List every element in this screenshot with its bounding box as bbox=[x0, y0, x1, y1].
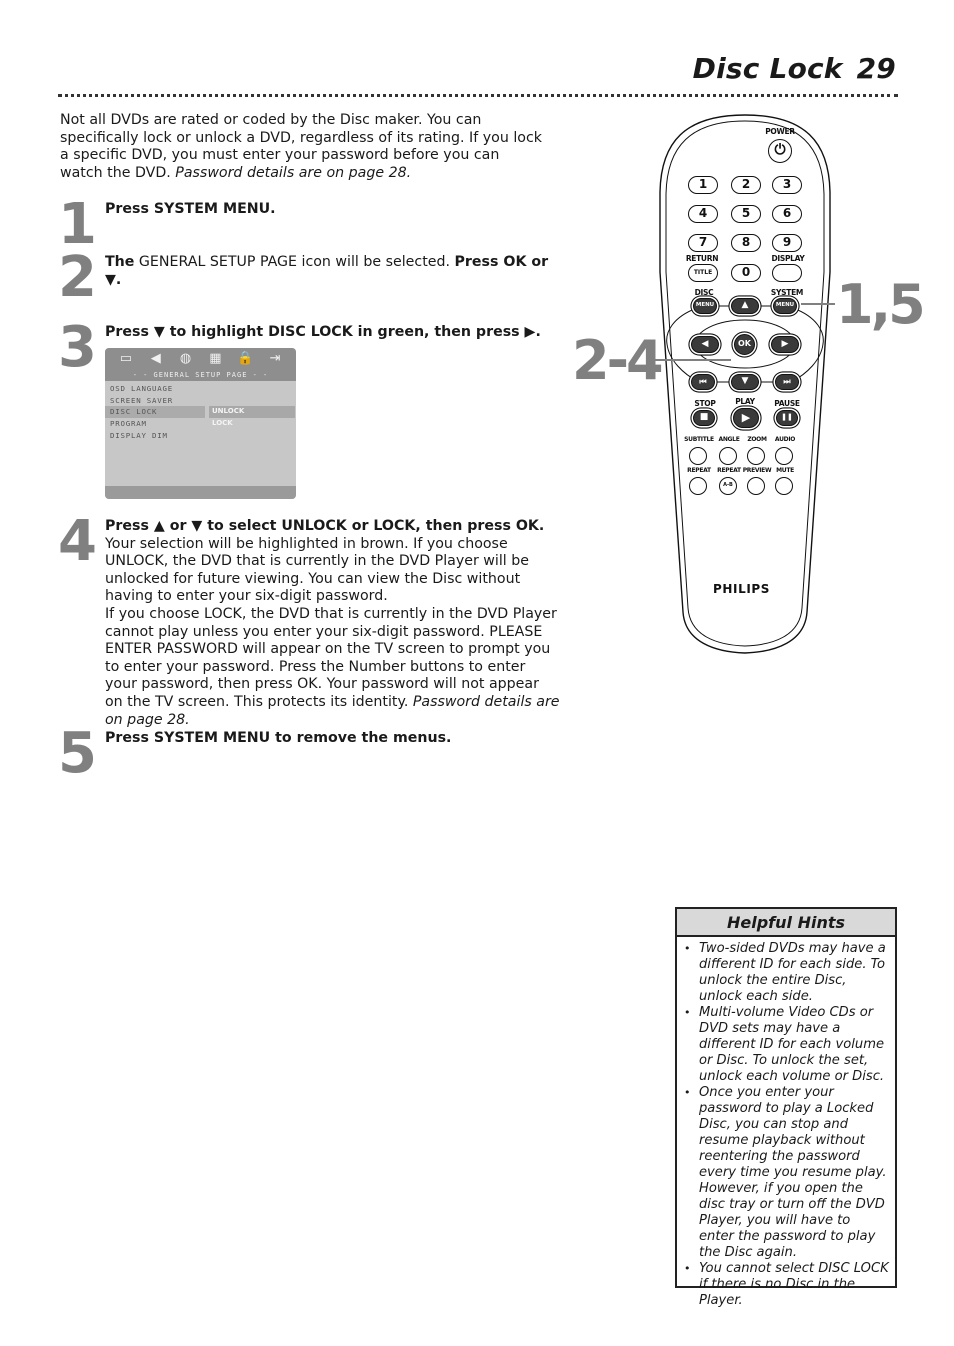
osd-menu-item: DISPLAY DIM bbox=[110, 430, 168, 440]
osd-menu-item: SCREEN SAVER bbox=[110, 395, 173, 405]
helpful-hints-box: Helpful Hints Two-sided DVDs may have a … bbox=[675, 907, 897, 1308]
step-text-2: The GENERAL SETUP PAGE icon will be sele… bbox=[105, 254, 560, 289]
return-label: RETURN bbox=[685, 254, 719, 263]
label-subtitle: SUBTITLE bbox=[684, 436, 714, 443]
label-audio: AUDIO bbox=[774, 436, 796, 443]
hint-item: You cannot select DISC LOCK if there is … bbox=[683, 1261, 889, 1309]
number-button-5[interactable]: 5 bbox=[731, 205, 761, 223]
step-number-3: 3 bbox=[58, 315, 97, 380]
hint-item: Once you enter your password to play a L… bbox=[683, 1085, 889, 1261]
next-button[interactable]: ⏭ bbox=[775, 374, 799, 390]
osd-option-lock: LOCK bbox=[212, 419, 233, 428]
display-label: DISPLAY bbox=[771, 254, 805, 263]
osd-icon-bar: ▭ ◀ ◍ ▦ 🔒 ⇥ bbox=[105, 348, 296, 370]
lock-icon: 🔒 bbox=[237, 351, 254, 366]
intro-note: Password details are on page 28. bbox=[175, 164, 412, 181]
zoom-button[interactable] bbox=[747, 447, 765, 465]
page-number: 29 bbox=[856, 52, 896, 85]
exit-icon: ⇥ bbox=[269, 351, 281, 366]
number-button-3[interactable]: 3 bbox=[772, 176, 802, 194]
step-text-1: Press SYSTEM MENU. bbox=[105, 201, 560, 219]
label-mute: MUTE bbox=[776, 467, 794, 474]
stop-label: STOP bbox=[694, 399, 716, 408]
callout-line-1-5 bbox=[801, 303, 835, 305]
callout-steps-1-5: 1,5 bbox=[836, 273, 926, 336]
page-title: Disc Lock 29 bbox=[693, 52, 896, 85]
mute-button[interactable] bbox=[775, 477, 793, 495]
speaker-icon: ◀ bbox=[150, 351, 161, 366]
number-button-9[interactable]: 9 bbox=[772, 234, 802, 252]
osd-title: - - GENERAL SETUP PAGE - - bbox=[105, 370, 296, 381]
number-button-8[interactable]: 8 bbox=[731, 234, 761, 252]
number-button-7[interactable]: 7 bbox=[688, 234, 718, 252]
disc-menu-button[interactable]: MENU bbox=[693, 298, 717, 314]
power-label: POWER bbox=[765, 127, 795, 136]
step-number-5: 5 bbox=[58, 721, 97, 786]
step-body-text: GENERAL SETUP PAGE icon will be selected… bbox=[134, 254, 455, 270]
repeat-button[interactable] bbox=[689, 477, 707, 495]
intro-paragraph: Not all DVDs are rated or coded by the D… bbox=[60, 112, 545, 182]
disc-icon: ◍ bbox=[179, 351, 192, 366]
page-title-text: Disc Lock bbox=[692, 52, 843, 85]
step-bold-text: Press SYSTEM MENU. bbox=[105, 201, 276, 217]
pause-button[interactable]: ❚❚ bbox=[776, 410, 798, 426]
header-divider bbox=[58, 94, 898, 97]
step-text-4: Press ▲ or ▼ to select UNLOCK or LOCK, t… bbox=[105, 518, 560, 729]
repeat-ab-button[interactable]: A-B bbox=[719, 477, 737, 495]
osd-bottom-bar bbox=[105, 486, 296, 499]
disc-label: DISC bbox=[694, 288, 714, 297]
left-button[interactable]: ◀ bbox=[691, 336, 719, 353]
right-button[interactable]: ▶ bbox=[771, 336, 799, 353]
step-bold-text: Press SYSTEM MENU to remove the menus. bbox=[105, 730, 452, 746]
picture-icon: ▦ bbox=[209, 351, 222, 366]
power-button[interactable]: ⏻ bbox=[768, 139, 792, 163]
step-text-5: Press SYSTEM MENU to remove the menus. bbox=[105, 730, 560, 748]
number-button-4[interactable]: 4 bbox=[688, 205, 718, 223]
play-button[interactable]: ▶ bbox=[733, 408, 759, 428]
osd-menu-item: OSD LANGUAGE bbox=[110, 384, 173, 393]
ok-button[interactable]: OK bbox=[734, 334, 755, 355]
step-number-2: 2 bbox=[58, 245, 97, 310]
brand-logo: PHILIPS bbox=[713, 582, 771, 596]
helpful-hints-title: Helpful Hints bbox=[677, 909, 895, 937]
title-button[interactable]: TITLE bbox=[688, 264, 718, 282]
audio-button[interactable] bbox=[775, 447, 793, 465]
stop-button[interactable]: ■ bbox=[693, 410, 715, 426]
step-number-4: 4 bbox=[58, 509, 97, 574]
play-label: PLAY bbox=[735, 397, 755, 406]
step-body-text: Your selection will be highlighted in br… bbox=[105, 535, 529, 605]
osd-option-unlock: UNLOCK bbox=[209, 406, 295, 419]
system-label: SYSTEM bbox=[770, 288, 804, 297]
preview-button[interactable] bbox=[747, 477, 765, 495]
helpful-hints-list: Two-sided DVDs may have a different ID f… bbox=[677, 937, 895, 1309]
number-button-6[interactable]: 6 bbox=[772, 205, 802, 223]
up-button[interactable]: ▲ bbox=[731, 298, 759, 314]
remote-control-illustration: POWER ⏻ RETURN TITLE 0 DISPLAY DISC MENU… bbox=[655, 112, 835, 657]
osd-menu-item: DISC LOCK bbox=[105, 406, 205, 419]
label-repeat: REPEAT bbox=[687, 467, 711, 474]
system-menu-button[interactable]: MENU bbox=[773, 298, 797, 314]
number-button-1[interactable]: 1 bbox=[688, 176, 718, 194]
angle-button[interactable] bbox=[719, 447, 737, 465]
callout-steps-2-4: 2-4 bbox=[572, 329, 664, 392]
subtitle-button[interactable] bbox=[689, 447, 707, 465]
callout-line-2-4 bbox=[651, 359, 731, 361]
step-bold-text: The bbox=[105, 254, 135, 270]
pause-label: PAUSE bbox=[774, 399, 800, 408]
step-bold-text: Press ▲ or ▼ to select UNLOCK or LOCK, t… bbox=[105, 518, 545, 534]
number-button-0[interactable]: 0 bbox=[731, 264, 761, 282]
power-icon: ⏻ bbox=[774, 142, 786, 158]
down-button[interactable]: ▼ bbox=[731, 374, 759, 390]
osd-general-setup-page: ▭ ◀ ◍ ▦ 🔒 ⇥ - - GENERAL SETUP PAGE - - OSD LA… bbox=[105, 348, 296, 499]
number-button-2[interactable]: 2 bbox=[731, 176, 761, 194]
hint-item: Multi-volume Video CDs or DVD sets may h… bbox=[683, 1005, 889, 1085]
step-text-3: Press ▼ to highlight DISC LOCK in green,… bbox=[105, 324, 560, 342]
hint-item: Two-sided DVDs may have a different ID f… bbox=[683, 941, 889, 1005]
previous-button[interactable]: ⏮ bbox=[691, 374, 715, 390]
display-button[interactable] bbox=[772, 264, 802, 282]
tv-icon: ▭ bbox=[119, 351, 133, 366]
step-bold-text: Press ▼ to highlight DISC LOCK in green,… bbox=[105, 324, 541, 340]
